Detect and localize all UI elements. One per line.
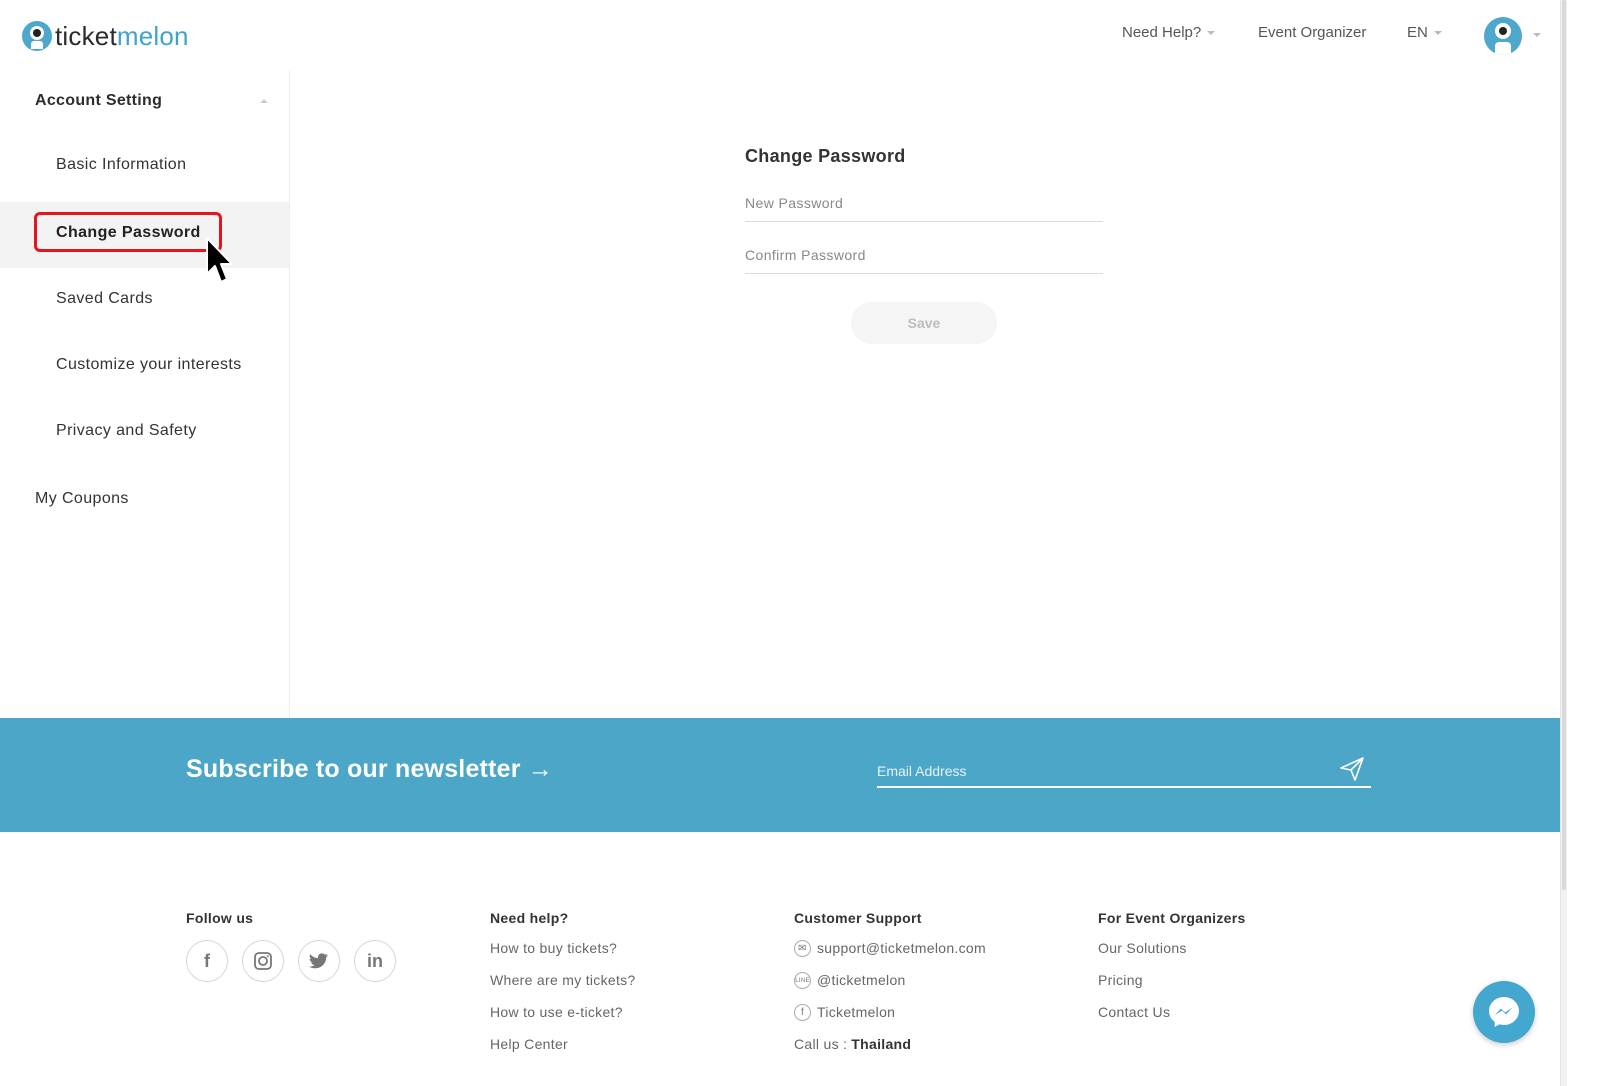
need-help-heading: Need help? — [490, 910, 569, 926]
follow-us-heading: Follow us — [186, 910, 254, 926]
sidebar-item-customize-interests[interactable]: Customize your interests — [0, 334, 289, 400]
footer-follow-us: Follow us f in — [186, 910, 396, 982]
language-label: EN — [1407, 24, 1428, 41]
mouse-cursor-icon — [206, 237, 233, 283]
new-password-input[interactable] — [745, 192, 1103, 211]
need-help-menu[interactable]: Need Help? — [1122, 24, 1216, 41]
confirm-password-field[interactable] — [745, 244, 1103, 274]
messenger-chat-button[interactable] — [1473, 981, 1535, 1043]
newsletter-email-field[interactable] — [877, 756, 1371, 788]
logo-text-ticket: ticket — [55, 20, 117, 51]
footer-organizers: For Event Organizers Our Solutions Prici… — [1098, 910, 1246, 1036]
newsletter-band: Subscribe to our newsletter → — [0, 718, 1560, 832]
footer-link-help-center[interactable]: Help Center — [490, 1036, 636, 1068]
twitter-icon[interactable] — [298, 940, 340, 982]
sidebar-item-label: Basic Information — [56, 156, 187, 173]
support-email-text: support@ticketmelon.com — [817, 940, 986, 956]
support-facebook-link[interactable]: f Ticketmelon — [794, 1004, 986, 1036]
need-help-label: Need Help? — [1122, 24, 1202, 41]
form-title: Change Password — [745, 146, 906, 166]
user-avatar[interactable] — [1484, 17, 1522, 55]
support-call: Call us : Thailand — [794, 1036, 986, 1068]
footer-link-how-to-buy[interactable]: How to buy tickets? — [490, 940, 636, 972]
chevron-down-icon — [1207, 30, 1216, 35]
messenger-icon — [1489, 997, 1519, 1027]
customer-support-heading: Customer Support — [794, 910, 922, 926]
language-selector[interactable]: EN — [1407, 24, 1442, 41]
chevron-up-icon[interactable] — [260, 99, 268, 103]
support-line-text: @ticketmelon — [817, 972, 906, 988]
sidebar-item-privacy-safety[interactable]: Privacy and Safety — [0, 400, 289, 466]
sidebar-item-saved-cards[interactable]: Saved Cards — [0, 268, 289, 334]
account-sidebar: Account Setting Basic Information Change… — [0, 70, 290, 718]
send-icon[interactable] — [1339, 756, 1365, 782]
ticketmelon-logo[interactable]: ticketmelon — [22, 20, 189, 52]
event-organizer-label: Event Organizer — [1258, 24, 1367, 41]
support-line-link[interactable]: LINE @ticketmelon — [794, 972, 986, 1004]
chevron-down-icon — [1433, 30, 1442, 35]
linkedin-icon[interactable]: in — [354, 940, 396, 982]
social-links: f in — [186, 940, 396, 982]
logo-text-melon: melon — [116, 20, 189, 51]
footer-link-where-tickets[interactable]: Where are my tickets? — [490, 972, 636, 1004]
sidebar-item-basic-information[interactable]: Basic Information — [0, 134, 289, 200]
event-organizer-link[interactable]: Event Organizer — [1258, 24, 1366, 41]
instagram-icon[interactable] — [242, 940, 284, 982]
top-header: ticketmelon Need Help? Event Organizer E… — [0, 0, 1560, 70]
newsletter-email-input[interactable] — [877, 756, 1317, 779]
newsletter-title[interactable]: Subscribe to our newsletter → — [186, 755, 553, 784]
footer-link-contact-us[interactable]: Contact Us — [1098, 1004, 1246, 1036]
melon-mascot-icon — [22, 21, 52, 51]
call-us-prefix: Call us : — [794, 1036, 848, 1052]
call-us-country[interactable]: Thailand — [851, 1036, 911, 1052]
sidebar-item-label: Saved Cards — [56, 290, 153, 307]
footer-customer-support: Customer Support ✉ support@ticketmelon.c… — [794, 910, 986, 1068]
mail-icon: ✉ — [794, 940, 811, 957]
scrollbar-thumb[interactable] — [1562, 0, 1566, 890]
footer-link-how-to-use[interactable]: How to use e-ticket? — [490, 1004, 636, 1036]
footer-link-pricing[interactable]: Pricing — [1098, 972, 1246, 1004]
facebook-icon: f — [794, 1004, 811, 1021]
footer-link-our-solutions[interactable]: Our Solutions — [1098, 940, 1246, 972]
sidebar-item-label: Customize your interests — [56, 356, 242, 373]
facebook-icon[interactable]: f — [186, 940, 228, 982]
support-email-link[interactable]: ✉ support@ticketmelon.com — [794, 940, 986, 972]
line-icon: LINE — [794, 972, 811, 989]
save-button[interactable]: Save — [851, 302, 997, 344]
footer-need-help: Need help? How to buy tickets? Where are… — [490, 910, 636, 1068]
avatar-chevron-down-icon[interactable] — [1533, 33, 1541, 37]
confirm-password-input[interactable] — [745, 244, 1103, 263]
sidebar-item-my-coupons[interactable]: My Coupons — [35, 490, 129, 508]
sidebar-item-label: Privacy and Safety — [56, 422, 197, 439]
support-facebook-text: Ticketmelon — [817, 1004, 896, 1020]
account-setting-heading[interactable]: Account Setting — [35, 92, 162, 110]
new-password-field[interactable] — [745, 192, 1103, 222]
selection-highlight — [34, 212, 222, 252]
organizers-heading: For Event Organizers — [1098, 910, 1246, 926]
